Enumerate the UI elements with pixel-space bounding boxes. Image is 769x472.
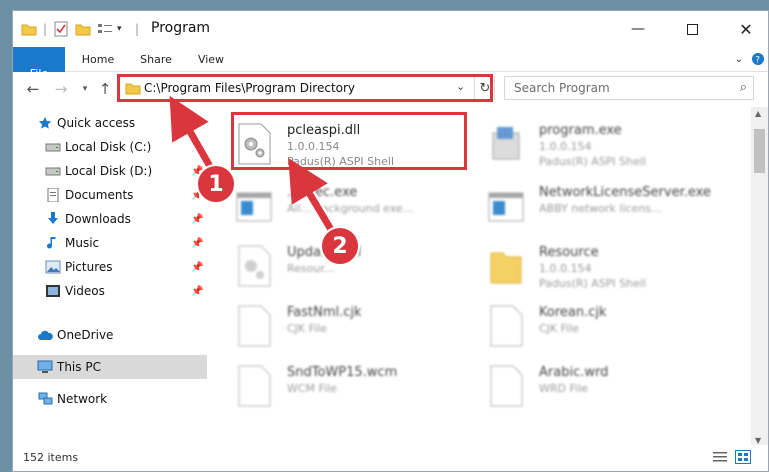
step-badge-2: 2	[320, 226, 360, 266]
step-badge-1: 1	[196, 164, 236, 204]
annotation-arrows	[169, 95, 342, 244]
